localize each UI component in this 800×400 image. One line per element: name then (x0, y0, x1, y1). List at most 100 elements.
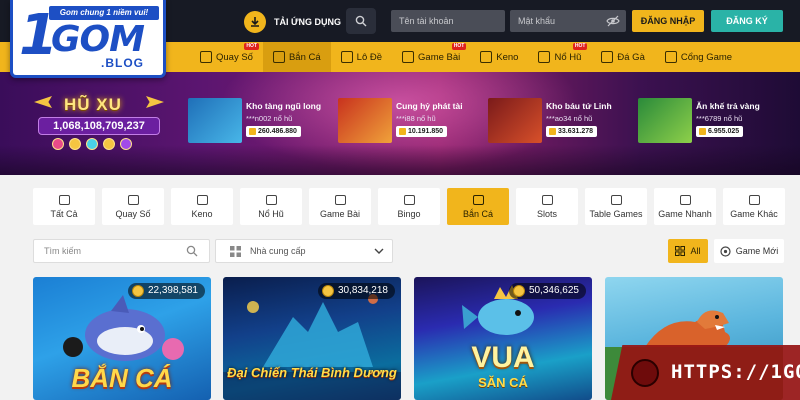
winner-user: ***6789 nổ hũ (696, 114, 743, 123)
winner-game-name: Kho tàng ngũ long (246, 101, 322, 111)
coin-icon (321, 285, 334, 297)
prize-badge: 30,834,218 (317, 283, 395, 299)
category-tab-3[interactable]: Nổ Hũ (240, 188, 302, 225)
slot-machine-icon (265, 194, 277, 205)
game-thumbnail (638, 98, 692, 143)
hot-badge: HOT (451, 43, 467, 50)
category-tab-5[interactable]: Bingo (378, 188, 440, 225)
search-icon (186, 245, 198, 257)
category-label: Quay Số (115, 208, 151, 219)
site-logo[interactable]: 1 GOM Gom chung 1 niềm vui! .BLOG (10, 0, 166, 78)
jackpot-gems (52, 138, 132, 150)
nav-item-3[interactable]: Game Bài HOT (392, 42, 470, 72)
nav-item-4[interactable]: Keno (470, 42, 528, 72)
site-watermark: HTTPS://1GOM (611, 345, 800, 400)
category-tab-2[interactable]: Keno (171, 188, 233, 225)
lottery-ball-icon (127, 194, 139, 205)
provider-label: Nhà cung cấp (250, 246, 306, 256)
grid-icon (230, 246, 241, 257)
bingo-icon (403, 194, 415, 205)
prize-amount: 22,398,581 (147, 285, 198, 296)
login-button[interactable]: ĐĂNG NHẬP (632, 10, 704, 32)
filter-new-button[interactable]: Game Mới (714, 239, 784, 263)
gamepad-icon (664, 51, 677, 63)
nav-item-label: Quay Số (216, 51, 253, 63)
winner-user: ***n002 nổ hũ (246, 114, 293, 123)
nav-item-label: Game Bài (418, 51, 461, 63)
winner-amount: 260.486.880 (246, 126, 301, 137)
category-label: Slots (536, 208, 557, 219)
category-label: Game Khác (730, 208, 778, 219)
nav-item-6[interactable]: Đá Gà (591, 42, 654, 72)
category-label: Nổ Hũ (258, 208, 284, 219)
category-tab-6[interactable]: Bắn Cá (447, 188, 509, 225)
jackpot-winner-card[interactable]: Cung hỷ phát tài ***i88 nổ hũ 10.191.850 (338, 98, 478, 143)
game-card[interactable]: 30,834,218 Đại Chiến Thái Bình Dương (223, 277, 401, 400)
gem-icon (120, 138, 132, 150)
header-search-button[interactable] (346, 8, 376, 34)
category-label: Game Nhanh (658, 208, 712, 219)
game-card[interactable]: 50,346,625 VUA SĂN CÁ (414, 277, 592, 400)
winner-amount: 33.631.278 (546, 126, 598, 137)
category-label: Tất Cả (50, 208, 78, 219)
jackpot-winner-card[interactable]: Kho tàng ngũ long ***n002 nổ hũ 260.486.88… (188, 98, 328, 143)
fish-shooting-icon (472, 194, 484, 205)
nav-item-label: Lô Đề (356, 51, 383, 63)
jackpot-winner-card[interactable]: Ăn khế trả vàng ***6789 nổ hũ 6.955.025 (638, 98, 778, 143)
game-thumbnail (338, 98, 392, 143)
cards-icon (402, 51, 415, 63)
game-card[interactable]: 22,398,581 BẮN CÁ (33, 277, 211, 400)
nav-item-7[interactable]: Cổng Game (655, 42, 742, 72)
nav-item-label: Bắn Cá (288, 51, 321, 63)
logo-slogan: Gom chung 1 niềm vui! (49, 6, 159, 20)
gem-icon (86, 138, 98, 150)
register-button[interactable]: ĐĂNG KÝ (711, 10, 783, 32)
game-title: BẮN CÁ (71, 363, 173, 393)
fish-shooting-icon (272, 51, 285, 63)
prize-amount: 30,834,218 (337, 285, 388, 296)
nav-item-0[interactable]: Quay Số HOT (190, 42, 263, 72)
cards-icon (334, 194, 346, 205)
table-icon (610, 194, 622, 205)
nav-item-2[interactable]: Lô Đề (331, 42, 392, 72)
globe-icon (631, 359, 659, 387)
winner-game-name: Kho báu tứ Linh (546, 101, 612, 111)
game-thumbnail (188, 98, 242, 143)
download-app-button[interactable]: TẢI ỨNG DỤNG (244, 10, 341, 34)
game-title: Đại Chiến Thái Bình Dương (227, 365, 397, 380)
category-tab-1[interactable]: Quay Số (102, 188, 164, 225)
category-tab-4[interactable]: Game Bài (309, 188, 371, 225)
winner-user: ***ao34 nổ hũ (546, 114, 593, 123)
coin-icon (131, 285, 144, 297)
game-thumbnail (488, 98, 542, 143)
filter-new-label: Game Mới (735, 246, 779, 256)
jackpot-amount: 1,068,108,709,237 (38, 117, 160, 135)
category-tab-7[interactable]: Slots (516, 188, 578, 225)
provider-select[interactable]: Nhà cung cấp (215, 239, 393, 263)
category-label: Table Games (589, 208, 643, 219)
eye-slash-icon[interactable] (606, 15, 620, 27)
filter-all-button[interactable]: All (668, 239, 708, 263)
jackpot-winner-card[interactable]: Kho báu tứ Linh ***ao34 nổ hũ 33.631.278 (488, 98, 628, 143)
download-app-label: TẢI ỨNG DỤNG (274, 17, 341, 27)
winner-game-name: Ăn khế trả vàng (696, 101, 760, 111)
nav-item-label: Nổ Hũ (554, 51, 582, 63)
category-label: Game Bài (319, 208, 361, 219)
nav-item-5[interactable]: Nổ Hũ HOT (528, 42, 591, 72)
hot-badge: HOT (572, 43, 588, 50)
search-icon (355, 15, 367, 27)
quick-game-icon (679, 194, 691, 205)
prize-badge: 50,346,625 (508, 283, 586, 299)
category-tab-10[interactable]: Game Khác (723, 188, 785, 225)
category-tab-9[interactable]: Game Nhanh (654, 188, 716, 225)
nav-item-1[interactable]: Bắn Cá (262, 42, 331, 72)
game-subtitle: SĂN CÁ (478, 375, 528, 390)
logo-brand: GOM (51, 19, 145, 60)
game-search-input[interactable] (33, 239, 210, 263)
category-tab-0[interactable]: Tất Cả (33, 188, 95, 225)
gem-icon (52, 138, 64, 150)
category-tab-8[interactable]: Table Games (585, 188, 647, 225)
username-input[interactable] (391, 10, 505, 32)
nav-item-label: Keno (496, 51, 519, 63)
winner-user: ***i88 nổ hũ (396, 114, 436, 123)
